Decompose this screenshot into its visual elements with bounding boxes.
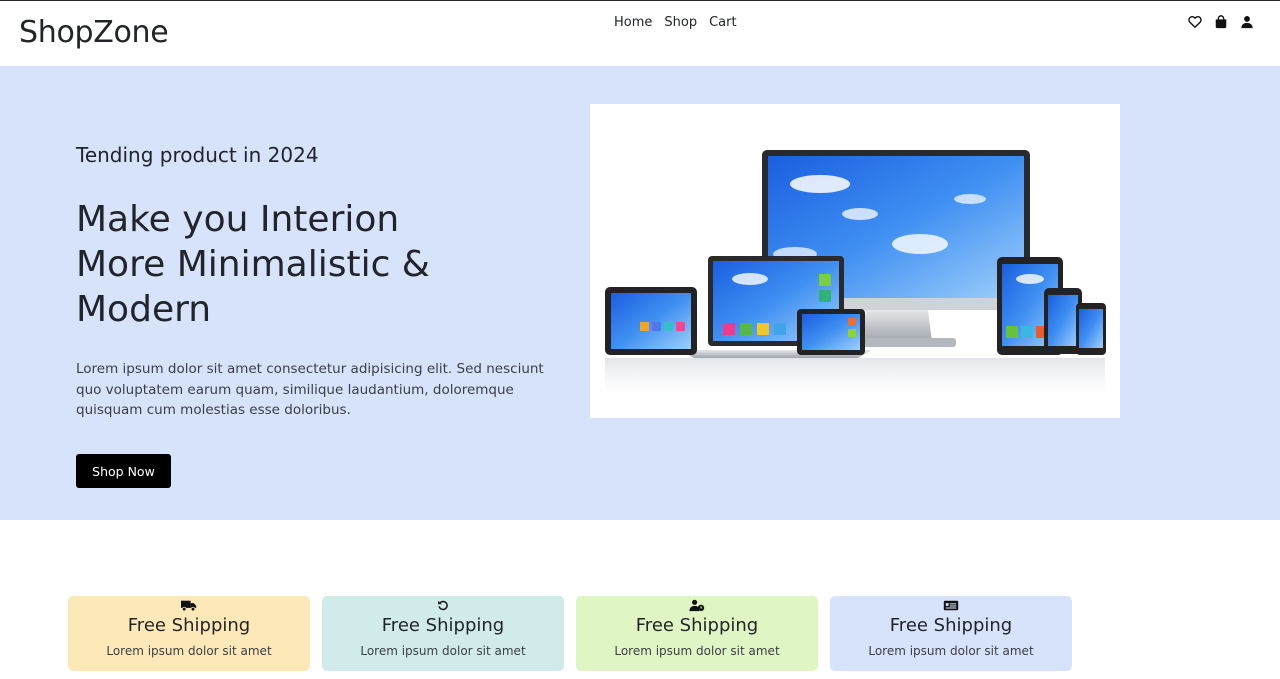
- feature-card-returns: Free Shipping Lorem ipsum dolor sit amet: [322, 596, 564, 671]
- hero-product-image: [590, 104, 1120, 418]
- hero-tagline: Tending product in 2024: [76, 143, 319, 167]
- truck-icon: [181, 599, 197, 612]
- nav-shop[interactable]: Shop: [658, 14, 703, 32]
- nav-home[interactable]: Home: [608, 14, 658, 32]
- feature-text: Lorem ipsum dolor sit amet: [614, 644, 780, 658]
- main-nav: Home Shop Cart: [608, 14, 743, 32]
- feature-title: Free Shipping: [127, 615, 251, 636]
- feature-text: Lorem ipsum dolor sit amet: [868, 644, 1034, 658]
- header-icons: [1188, 15, 1254, 29]
- hero-section: Tending product in 2024 Make you Interio…: [0, 66, 1280, 520]
- feature-card-shipping: Free Shipping Lorem ipsum dolor sit amet: [68, 596, 310, 671]
- rotate-icon: [435, 599, 451, 612]
- devices-illustration: [605, 150, 1106, 404]
- shopping-bag-icon[interactable]: [1214, 15, 1228, 29]
- feature-text: Lorem ipsum dolor sit amet: [106, 644, 272, 658]
- nav-cart[interactable]: Cart: [703, 14, 743, 32]
- heart-icon[interactable]: [1188, 15, 1202, 29]
- site-header: ShopZone Home Shop Cart: [0, 1, 1280, 66]
- feature-text: Lorem ipsum dolor sit amet: [360, 644, 526, 658]
- hero-title: Make you Interion More Minimalistic & Mo…: [76, 199, 430, 330]
- shop-now-button[interactable]: Shop Now: [76, 454, 171, 488]
- features-row: Free Shipping Lorem ipsum dolor sit amet…: [68, 596, 1072, 671]
- feature-title: Free Shipping: [381, 615, 505, 636]
- feature-title: Free Shipping: [889, 615, 1013, 636]
- feature-title: Free Shipping: [635, 615, 759, 636]
- hero-description: Lorem ipsum dolor sit amet consectetur a…: [76, 361, 544, 418]
- feature-card-support: Free Shipping Lorem ipsum dolor sit amet: [576, 596, 818, 671]
- user-icon[interactable]: [1240, 15, 1254, 29]
- logo[interactable]: ShopZone: [19, 15, 169, 50]
- id-card-icon: [943, 599, 959, 612]
- feature-card-payment: Free Shipping Lorem ipsum dolor sit amet: [830, 596, 1072, 671]
- user-clock-icon: [689, 599, 705, 612]
